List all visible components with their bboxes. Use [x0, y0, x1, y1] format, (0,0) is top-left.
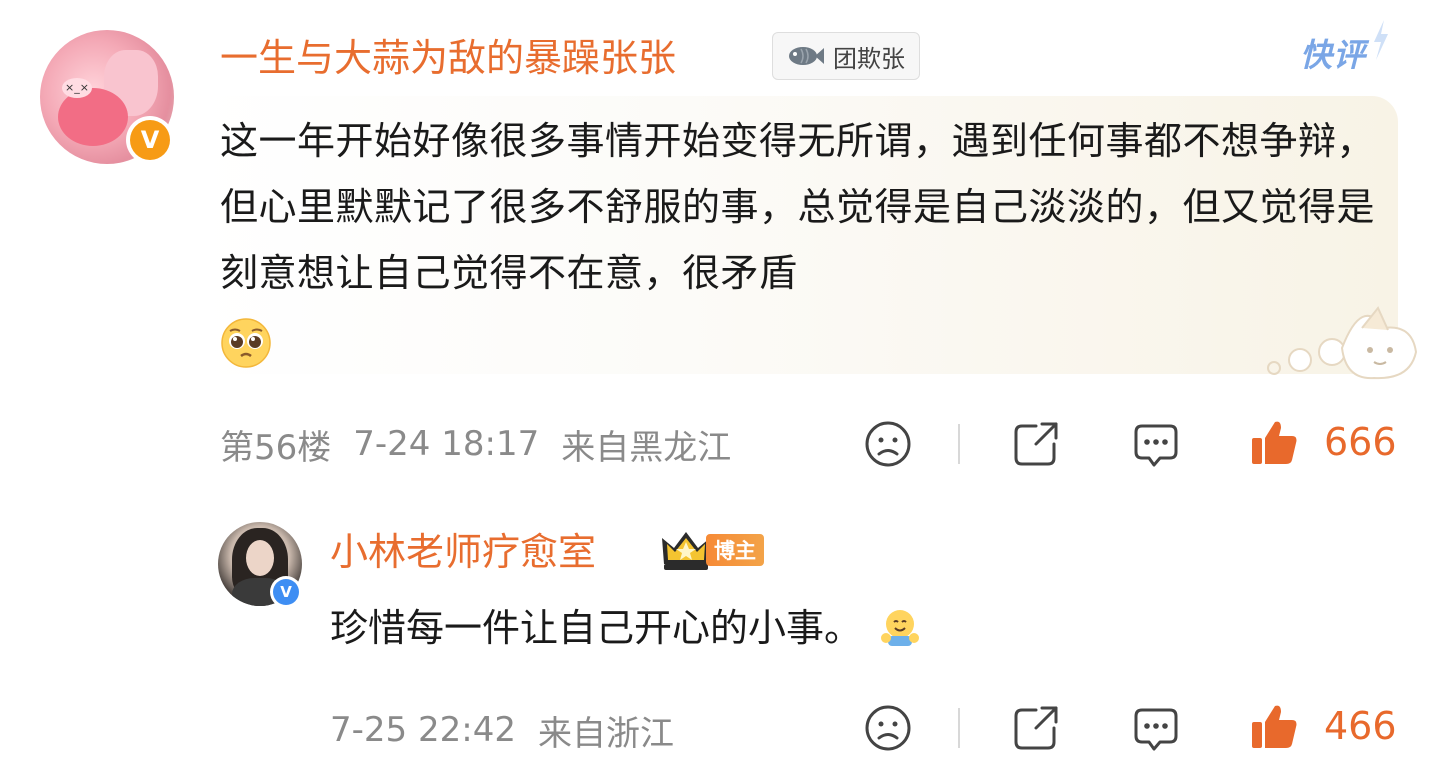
reply-meta: 7-25 22:42 来自浙江 — [330, 700, 674, 760]
location: 来自黑龙江 — [561, 427, 732, 468]
username[interactable]: 一生与大蒜为敌的暴躁张张 — [220, 30, 676, 86]
divider — [958, 708, 960, 748]
timestamp: 7-25 22:42 — [330, 710, 516, 750]
bubble-decoration-icon — [1267, 306, 1418, 380]
verified-badge: V — [126, 116, 174, 164]
role-badge: 博主 — [706, 534, 764, 566]
share-icon[interactable] — [1010, 418, 1062, 470]
verified-badge: V — [270, 576, 302, 608]
pleading-face-icon — [221, 317, 271, 368]
reply-text: 珍惜每一件让自己开心的小事。 — [330, 600, 922, 656]
dislike-icon[interactable] — [862, 702, 914, 754]
floor-number: 第56楼 — [220, 427, 332, 468]
reply-username[interactable]: 小林老师疗愈室 — [330, 524, 596, 580]
like-count: 466 — [1324, 704, 1397, 748]
reply-body: 珍惜每一件让自己开心的小事。 — [330, 606, 863, 650]
quick-review-button[interactable]: 快评 — [1300, 30, 1366, 76]
fish-icon — [789, 47, 824, 65]
share-icon[interactable] — [1010, 702, 1062, 754]
like-icon[interactable] — [1248, 416, 1300, 468]
fan-badge-label: 团欺张 — [833, 44, 905, 73]
comment-text: 这一年开始好像很多事情开始变得无所谓，遇到任何事都不想争辩，但心里默默记了很多不… — [220, 108, 1380, 372]
like-icon[interactable] — [1248, 700, 1300, 752]
timestamp: 7-24 18:17 — [353, 424, 540, 464]
lightning-icon — [1374, 20, 1388, 60]
blogger-badge: 博主 — [658, 528, 764, 572]
hug-face-icon — [881, 609, 920, 646]
comment-meta: 第56楼 7-24 18:17 来自黑龙江 — [220, 414, 731, 474]
comment-icon[interactable] — [1130, 418, 1182, 470]
dislike-icon[interactable] — [862, 418, 914, 470]
comment-icon[interactable] — [1130, 702, 1182, 754]
fan-badge[interactable]: 团欺张 — [772, 32, 920, 80]
divider — [958, 424, 960, 464]
comment-body: 这一年开始好像很多事情开始变得无所谓，遇到任何事都不想争辩，但心里默默记了很多不… — [220, 119, 1376, 295]
location: 来自浙江 — [537, 713, 674, 754]
like-count: 666 — [1324, 420, 1397, 464]
